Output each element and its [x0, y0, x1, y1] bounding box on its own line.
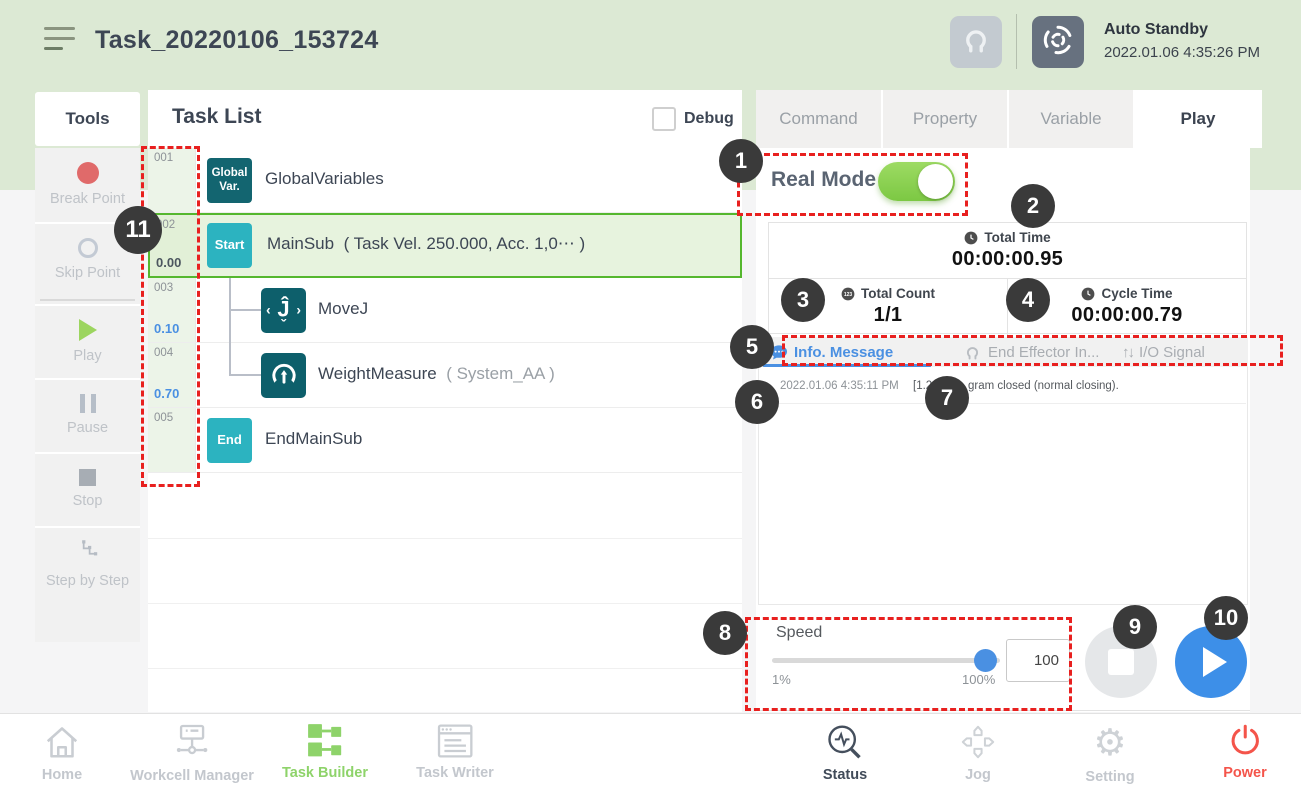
command-name: MainSub ( Task Vel. 250.000, Acc. 1,0⋯ ) — [267, 234, 585, 254]
tree-connector — [229, 278, 231, 376]
status-icon — [824, 722, 866, 762]
tab-command[interactable]: Command — [756, 90, 881, 148]
command-name: WeightMeasure ( System_AA ) — [318, 364, 555, 384]
nav-setting[interactable]: ⚙ Setting — [1085, 722, 1134, 785]
page-title: Task_20220106_153724 — [95, 26, 379, 55]
step-by-step-button[interactable]: Step by Step — [35, 526, 140, 600]
weightmeasure-icon — [261, 353, 306, 398]
auto-mode-swirl-icon — [1040, 22, 1076, 63]
annotation-badge-10: 10 — [1204, 596, 1248, 640]
annotation-badge-11: 11 — [114, 206, 162, 254]
annotation-badge-6: 6 — [735, 380, 779, 424]
task-row-globalvariables[interactable]: 001 GlobalVar. GlobalVariables — [148, 148, 742, 213]
clock-icon — [964, 231, 978, 245]
nav-status[interactable]: Status — [823, 722, 867, 783]
log-timestamp: 2022.01.06 4:35:11 PM — [780, 380, 899, 392]
task-row-endmainsub[interactable]: 005 End EndMainSub — [148, 408, 742, 473]
global-var-badge: GlobalVar. — [207, 158, 252, 203]
workcell-manager-icon — [170, 722, 214, 763]
stop-square-icon — [1108, 649, 1134, 675]
power-icon — [1225, 722, 1265, 760]
clock-icon — [1081, 287, 1095, 301]
command-name: MoveJ — [318, 299, 368, 319]
svg-text:123: 123 — [844, 292, 853, 298]
nav-home[interactable]: Home — [41, 722, 83, 783]
tab-property[interactable]: Property — [883, 90, 1007, 148]
end-effector-header-button[interactable] — [950, 16, 1002, 68]
total-time-cell: Total Time 00:00:00.95 — [769, 223, 1246, 278]
teach-pendant-screen: Task_20220106_153724 Auto Standby 2022.0… — [0, 0, 1301, 808]
skip-point-icon — [78, 238, 98, 258]
play-triangle-icon — [1203, 647, 1227, 677]
robot-mode-button[interactable] — [1032, 16, 1084, 68]
robot-state-label: Auto Standby — [1104, 21, 1208, 39]
log-message: gram closed (normal closing). — [968, 380, 1119, 392]
debug-checkbox[interactable] — [652, 107, 676, 131]
tools-panel-title: Tools — [35, 92, 140, 146]
total-time-value: 00:00:00.95 — [952, 248, 1063, 271]
nav-power[interactable]: Power — [1223, 722, 1267, 781]
tab-variable[interactable]: Variable — [1009, 90, 1133, 148]
play-tool-button[interactable]: Play — [35, 304, 140, 376]
nav-task-writer[interactable]: Task Writer — [416, 722, 494, 781]
pause-icon — [80, 394, 96, 413]
nav-task-builder[interactable]: Task Builder — [282, 722, 368, 781]
jog-dpad-icon — [957, 722, 999, 762]
cycle-time-value: 00:00:00.79 — [1071, 304, 1182, 327]
home-icon — [41, 722, 83, 762]
annotation-badge-8: 8 — [703, 611, 747, 655]
stop-icon — [79, 469, 96, 486]
gripper-icon — [959, 23, 993, 62]
play-icon — [79, 319, 97, 341]
start-badge: Start — [207, 223, 252, 268]
task-writer-icon — [435, 722, 475, 760]
tree-connector — [229, 309, 261, 311]
annotation-badge-7: 7 — [925, 376, 969, 420]
hamburger-menu-icon[interactable] — [44, 25, 76, 53]
gear-icon: ⚙ — [1093, 722, 1126, 764]
count-icon: 123 — [841, 287, 855, 301]
task-list-title: Task List — [172, 105, 261, 129]
annotation-badge-3: 3 — [781, 278, 825, 322]
log-row-divider — [760, 403, 1246, 404]
movej-icon: Ĵ‹›ˇ — [261, 288, 306, 333]
command-name: EndMainSub — [265, 429, 362, 449]
annotation-box-real-mode — [737, 153, 968, 216]
total-count-value: 1/1 — [874, 304, 903, 327]
annotation-box-line-numbers — [141, 146, 200, 487]
annotation-box-speed — [745, 617, 1072, 711]
robot-state-timestamp: 2022.01.06 4:35:26 PM — [1104, 44, 1260, 61]
step-by-step-icon — [75, 539, 101, 566]
break-point-icon — [77, 162, 99, 184]
annotation-badge-1: 1 — [719, 139, 763, 183]
header-divider — [1016, 14, 1017, 69]
end-badge: End — [207, 418, 252, 463]
task-builder-icon — [305, 722, 345, 760]
stop-tool-button[interactable]: Stop — [35, 452, 140, 524]
tree-connector — [229, 374, 261, 376]
execution-stats-table: Total Time 00:00:00.95 123 Total Count 1… — [768, 222, 1247, 334]
annotation-badge-4: 4 — [1006, 278, 1050, 322]
command-name: GlobalVariables — [265, 169, 384, 189]
debug-label: Debug — [684, 110, 734, 128]
annotation-badge-5: 5 — [730, 325, 774, 369]
pause-tool-button[interactable]: Pause — [35, 378, 140, 450]
nav-workcell-manager[interactable]: Workcell Manager — [130, 722, 254, 784]
annotation-box-message-tabs — [782, 335, 1283, 366]
annotation-badge-9: 9 — [1113, 605, 1157, 649]
task-row-mainsub-selected[interactable]: 002 0.00 Start MainSub ( Task Vel. 250.0… — [148, 213, 742, 278]
tab-play[interactable]: Play — [1134, 90, 1262, 148]
tools-divider — [40, 299, 135, 301]
nav-jog[interactable]: Jog — [957, 722, 999, 783]
annotation-badge-2: 2 — [1011, 184, 1055, 228]
